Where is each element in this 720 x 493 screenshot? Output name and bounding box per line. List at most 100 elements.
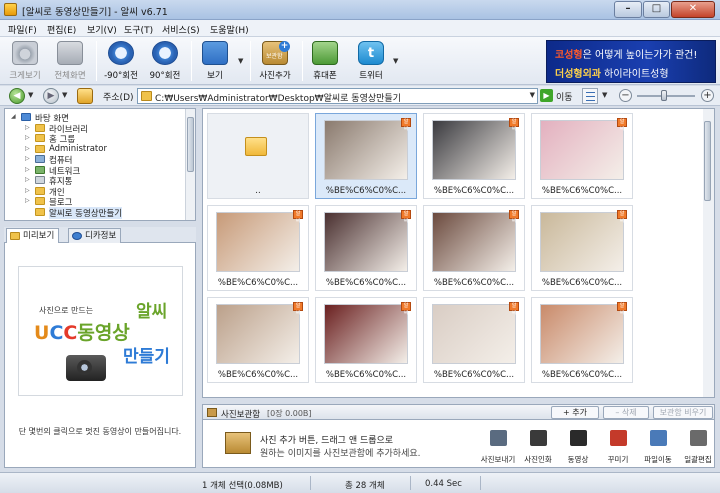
menu-help[interactable]: 도움말(H) xyxy=(210,23,249,36)
grid-scrollbar[interactable] xyxy=(703,109,714,397)
tree-expander-icon[interactable]: ▷ xyxy=(25,197,30,204)
thumbnail-grid: .. 알씨 %BE%C6%C0%C... 알씨 %BE%C6%C0%C... 알씨 %BE%… xyxy=(202,108,715,398)
view-mode-button[interactable] xyxy=(582,88,598,104)
twitter-dropdown-icon[interactable]: ▼ xyxy=(393,57,398,65)
thumbnail-filename: .. xyxy=(255,186,261,196)
tree-item-label: Administrator xyxy=(49,143,107,154)
go-button[interactable]: ▶ 이동 xyxy=(540,88,576,104)
rotate-left-button[interactable]: -90°회전 xyxy=(104,39,138,83)
address-dropdown-icon[interactable]: ▼ xyxy=(530,91,535,99)
view-grid-icon xyxy=(202,41,228,65)
ucc-video-banner[interactable]: 사진으로 만드는 UCC동영상 알씨 만들기 xyxy=(18,266,183,396)
add-photo-button[interactable]: 보관함 + 사진추가 xyxy=(258,39,292,83)
parent-folder-thumbnail[interactable]: .. xyxy=(207,113,309,199)
address-path: C:₩Users₩Administrator₩Desktop₩알씨로 동영상만들… xyxy=(155,94,401,104)
zoom-out-button[interactable]: − xyxy=(619,89,632,102)
view-button[interactable]: 보기 xyxy=(198,39,232,83)
slider-thumb[interactable] xyxy=(661,90,667,101)
storage-action-button[interactable]: 사진인화 xyxy=(519,426,557,466)
tree-expander-icon[interactable]: ▷ xyxy=(25,124,30,131)
storage-hint-line-1: 사진 추가 버튼, 드래그 앤 드롭으로 xyxy=(260,436,394,446)
tree-expander-icon[interactable]: ▷ xyxy=(25,155,30,162)
photo-thumbnail[interactable]: 알씨 %BE%C6%C0%C... xyxy=(531,205,633,291)
storage-add-button[interactable]: + 추가 xyxy=(551,406,599,419)
mobile-send-icon xyxy=(312,41,338,65)
ucc-letter-c2: C xyxy=(63,322,78,344)
menu-tools[interactable]: 도구(T) xyxy=(124,23,153,36)
thumbnail-filename: %BE%C6%C0%C... xyxy=(541,186,623,196)
photo-image xyxy=(432,212,516,272)
plus-icon: + xyxy=(279,41,290,52)
toolbar-separator xyxy=(250,41,251,81)
maximize-button[interactable]: □ xyxy=(643,1,670,18)
tab-preview[interactable]: 미리보기 xyxy=(6,228,60,244)
mobile-button[interactable]: 휴대폰 xyxy=(308,39,342,83)
close-button[interactable]: ✕ xyxy=(671,1,715,18)
alsee-badge-icon: 알씨 xyxy=(509,210,519,224)
photo-image xyxy=(324,120,408,180)
zoom-view-button[interactable]: 크게보기 xyxy=(8,39,42,83)
storage-action-button[interactable]: 꾸미기 xyxy=(599,426,637,466)
zoom-in-button[interactable]: + xyxy=(701,89,714,102)
up-folder-button[interactable] xyxy=(77,88,93,104)
forward-history-dropdown-icon[interactable]: ▼ xyxy=(62,91,67,99)
back-history-dropdown-icon[interactable]: ▼ xyxy=(28,91,33,99)
photo-thumbnail[interactable]: 알씨 %BE%C6%C0%C... xyxy=(531,113,633,199)
grid-scroll-thumb[interactable] xyxy=(704,121,711,201)
photo-thumbnail[interactable]: 알씨 %BE%C6%C0%C... xyxy=(207,205,309,291)
photo-thumbnail[interactable]: 알씨 %BE%C6%C0%C... xyxy=(315,113,417,199)
menu-service[interactable]: 서비스(S) xyxy=(162,23,200,36)
storage-action-button[interactable]: 동영상 xyxy=(559,426,597,466)
photo-thumbnail[interactable]: 알씨 %BE%C6%C0%C... xyxy=(423,113,525,199)
menu-file[interactable]: 파일(F) xyxy=(8,23,37,36)
folder-tree: ◢ 바탕 화면 ▷ 라이브러리 ▷ 홈 그룹 ▷ Administrator ▷ 컴퓨터 ▷ 네트워크… xyxy=(4,108,196,221)
tree-expander-icon[interactable]: ▷ xyxy=(25,145,30,152)
twitter-glyph: t xyxy=(367,46,375,61)
alsee-badge-icon: 알씨 xyxy=(617,210,627,224)
storage-action-button[interactable]: 사진보내기 xyxy=(479,426,517,466)
tab-camera-info[interactable]: 디카정보 xyxy=(68,228,122,243)
tree-expander-icon[interactable]: ▷ xyxy=(25,166,30,173)
photo-image xyxy=(324,304,408,364)
maximize-icon: □ xyxy=(651,3,662,14)
menu-view[interactable]: 보기(V) xyxy=(87,23,117,36)
storage-delete-button[interactable]: – 삭제 xyxy=(603,406,649,419)
tree-expander-icon[interactable]: ▷ xyxy=(25,134,30,141)
photo-thumbnail[interactable]: 알씨 %BE%C6%C0%C... xyxy=(207,297,309,383)
minimize-button[interactable]: – xyxy=(614,1,642,18)
alsee-badge-icon: 알씨 xyxy=(617,302,627,316)
photo-thumbnail[interactable]: 알씨 %BE%C6%C0%C... xyxy=(315,297,417,383)
tree-scrollbar[interactable] xyxy=(185,109,195,220)
twitter-button[interactable]: t 트위터 xyxy=(354,39,388,83)
fullscreen-button[interactable]: 전체화면 xyxy=(53,39,87,83)
tree-scroll-thumb[interactable] xyxy=(187,117,194,172)
back-button[interactable]: ◀ xyxy=(9,88,25,104)
forward-button[interactable]: ▶ xyxy=(43,88,59,104)
storage-empty-button[interactable]: 보관함 비우기 xyxy=(653,406,713,419)
alsee-badge-icon: 알씨 xyxy=(509,118,519,132)
status-time: 0.44 Sec xyxy=(425,479,462,489)
tree-item-label: 알씨로 동영상만들기 xyxy=(49,206,123,219)
thumbnail-filename: %BE%C6%C0%C... xyxy=(541,370,623,380)
status-total: 총 28 개체 xyxy=(345,481,385,491)
rotate-right-button[interactable]: 90°회전 xyxy=(148,39,182,83)
alsee-badge-icon: 알씨 xyxy=(509,302,519,316)
menu-edit[interactable]: 편집(E) xyxy=(47,23,76,36)
tree-expander-icon[interactable]: ◢ xyxy=(11,113,16,120)
photo-thumbnail[interactable]: 알씨 %BE%C6%C0%C... xyxy=(531,297,633,383)
photo-storage-header: 사진보관함 [0장 0.00B] + 추가 – 삭제 보관함 비우기 xyxy=(202,404,715,420)
storage-action-button[interactable]: 일괄편집 xyxy=(679,426,717,466)
view-dropdown-icon[interactable]: ▼ xyxy=(238,57,243,65)
ad-banner[interactable]: 코성형은 어떻게 높이는가가 관건! 더성형외과 하이라이트성형 xyxy=(546,40,716,83)
address-field[interactable]: C:₩Users₩Administrator₩Desktop₩알씨로 동영상만들… xyxy=(137,88,538,104)
photo-thumbnail[interactable]: 알씨 %BE%C6%C0%C... xyxy=(315,205,417,291)
folder-icon xyxy=(245,137,267,156)
photo-storage-body[interactable]: 사진 추가 버튼, 드래그 앤 드롭으로 원하는 이미지를 사진보관함에 추가하… xyxy=(202,420,715,468)
grid-scroll-track[interactable] xyxy=(703,109,714,397)
photo-thumbnail[interactable]: 알씨 %BE%C6%C0%C... xyxy=(423,297,525,383)
photo-thumbnail[interactable]: 알씨 %BE%C6%C0%C... xyxy=(423,205,525,291)
tree-expander-icon[interactable]: ▷ xyxy=(25,176,30,183)
view-mode-dropdown-icon[interactable]: ▼ xyxy=(602,91,607,99)
tree-expander-icon[interactable]: ▷ xyxy=(25,187,30,194)
storage-action-button[interactable]: 파일이동 xyxy=(639,426,677,466)
